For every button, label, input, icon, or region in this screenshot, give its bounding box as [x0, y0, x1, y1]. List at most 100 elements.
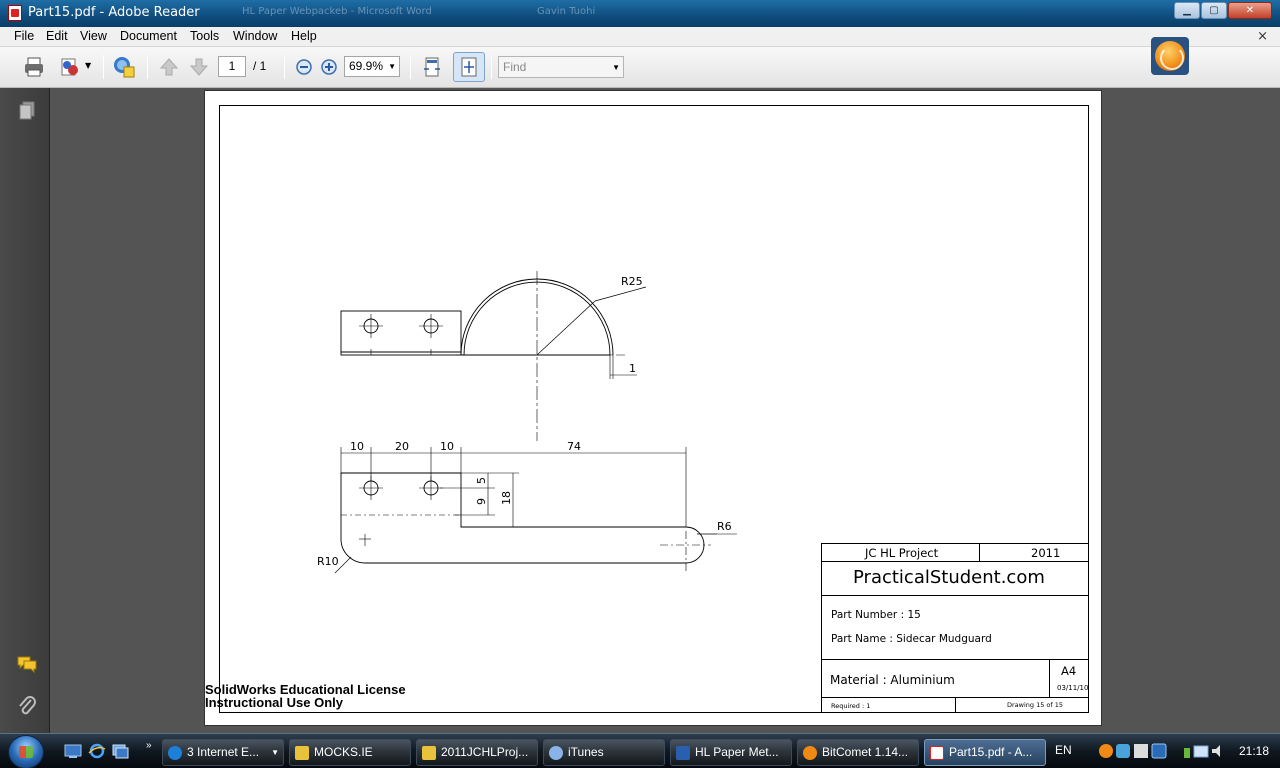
word-icon: [676, 746, 690, 760]
itunes-icon: [549, 746, 563, 760]
dim-74: 74: [567, 440, 581, 453]
document-close-icon[interactable]: ×: [1257, 29, 1268, 44]
menu-tools[interactable]: Tools: [190, 29, 219, 43]
zoom-level-value: 69.9%: [349, 59, 384, 73]
taskbar-button-label: Part15.pdf - A...: [949, 745, 1033, 759]
taskbar: » 3 Internet E... ▼ MOCKS.IE 2011JCHLPro…: [0, 733, 1280, 768]
taskbar-button-internet-explorer[interactable]: 3 Internet E... ▼: [162, 739, 284, 766]
group-dropdown-icon: ▼: [271, 748, 279, 757]
folder-icon: [422, 746, 436, 760]
dim-10-left: 10: [350, 440, 364, 453]
folder-icon: [295, 746, 309, 760]
previous-page-icon[interactable]: [157, 55, 181, 79]
internet-explorer-icon: [168, 746, 182, 760]
document-area[interactable]: R25 1 10 20 10 74 5 9 18 R6 R10 SolidWor…: [50, 88, 1280, 733]
menu-bar: File Edit View Document Tools Window Hel…: [0, 27, 1280, 47]
adobe-logo-icon[interactable]: [1151, 37, 1189, 75]
taskbar-button-label: BitComet 1.14...: [822, 745, 909, 759]
dim-20: 20: [395, 440, 409, 453]
page-number-input[interactable]: 1: [218, 56, 246, 77]
dim-5: 5: [475, 477, 488, 484]
taskbar-button-word[interactable]: HL Paper Met...: [670, 739, 792, 766]
comments-panel-icon[interactable]: [16, 653, 38, 675]
find-input[interactable]: Find ▼: [498, 56, 624, 78]
title-bar: Part15.pdf - Adobe Reader HL Paper Webpa…: [0, 0, 1280, 27]
material: Material : Aluminium: [830, 673, 955, 687]
taskbar-button-jchl-project[interactable]: 2011JCHLProj...: [416, 739, 538, 766]
dim-9: 9: [475, 498, 488, 505]
zoom-level-select[interactable]: 69.9% ▼: [344, 56, 400, 77]
network-icon: [1193, 745, 1209, 758]
minimize-button[interactable]: ▁: [1174, 2, 1200, 19]
zoom-in-icon[interactable]: [317, 55, 341, 79]
zoom-dropdown-icon: ▼: [388, 62, 396, 71]
ghost-title-user: Gavin Tuohi: [537, 6, 596, 17]
dim-r25: R25: [621, 275, 643, 288]
pdf-page: R25 1 10 20 10 74 5 9 18 R6 R10 SolidWor…: [204, 90, 1102, 726]
fit-width-icon[interactable]: [420, 55, 444, 79]
menu-file[interactable]: File: [14, 29, 34, 43]
dim-thickness: 1: [629, 362, 636, 375]
part-number: Part Number : 15: [831, 609, 921, 621]
menu-window[interactable]: Window: [233, 29, 277, 43]
taskbar-button-mocks[interactable]: MOCKS.IE: [289, 739, 411, 766]
attachments-panel-icon[interactable]: [16, 695, 38, 717]
fit-page-icon[interactable]: [453, 52, 485, 82]
battery-icon: [1184, 748, 1190, 758]
maximize-button[interactable]: ▢: [1201, 2, 1227, 19]
page-total: / 1: [253, 59, 267, 73]
print-icon[interactable]: [22, 55, 46, 79]
project-name: JC HL Project: [865, 546, 939, 560]
site-name: PracticalStudent.com: [853, 567, 1045, 588]
navigation-panel: [0, 88, 50, 733]
tray-icons: [1098, 742, 1172, 763]
internet-explorer-quicklaunch-icon[interactable]: [88, 743, 106, 759]
share-icon[interactable]: [58, 55, 82, 79]
bitcomet-tray-icon: [1099, 744, 1113, 758]
part-name: Part Name : Sidecar Mudguard: [831, 633, 992, 645]
collaborate-icon[interactable]: [112, 55, 136, 79]
taskbar-button-bitcomet[interactable]: BitComet 1.14...: [797, 739, 919, 766]
taskbar-button-itunes[interactable]: iTunes: [543, 739, 665, 766]
show-desktop-icon[interactable]: [64, 743, 82, 759]
drawing-number: Drawing 15 of 15: [1007, 701, 1064, 709]
pdf-icon: [930, 746, 944, 760]
update-tray-icon: [1151, 743, 1167, 759]
start-button[interactable]: [8, 735, 44, 768]
drawing-date: 03/11/10: [1057, 684, 1089, 692]
dim-10-right: 10: [440, 440, 454, 453]
switch-windows-icon[interactable]: [111, 743, 129, 759]
clock[interactable]: 21:18: [1239, 744, 1269, 758]
pages-panel-icon[interactable]: [16, 100, 38, 122]
language-indicator[interactable]: EN: [1055, 743, 1072, 757]
dim-r6: R6: [717, 520, 732, 533]
taskbar-button-label: MOCKS.IE: [314, 745, 373, 759]
zoom-out-icon[interactable]: [292, 55, 316, 79]
messenger-tray-icon: [1116, 744, 1130, 758]
flat-pattern-view: [334, 447, 737, 574]
sheet-size: A4: [1061, 664, 1077, 678]
system-tray-icons: [1182, 742, 1232, 763]
share-dropdown-icon[interactable]: ▼: [85, 61, 91, 70]
menu-help[interactable]: Help: [291, 29, 317, 43]
dim-r10: R10: [317, 555, 339, 568]
menu-document[interactable]: Document: [120, 29, 177, 43]
license-line-2: Instructional Use Only: [205, 695, 343, 710]
title-block: JC HL Project 2011 PracticalStudent.com …: [821, 543, 1089, 713]
required-quantity: Required : 1: [831, 702, 871, 710]
bracket-top-view: [340, 310, 462, 356]
window-title: Part15.pdf - Adobe Reader: [28, 5, 200, 20]
find-dropdown-icon: ▼: [612, 63, 620, 72]
adobe-reader-icon: [8, 5, 22, 21]
dim-18: 18: [500, 491, 513, 505]
quicklaunch-expand-icon[interactable]: »: [146, 740, 152, 751]
menu-view[interactable]: View: [80, 29, 107, 43]
taskbar-button-label: HL Paper Met...: [695, 745, 779, 759]
toolbar: ▼ 1 / 1 69.9% ▼ Find ▼: [0, 47, 1280, 88]
menu-edit[interactable]: Edit: [46, 29, 68, 43]
close-button[interactable]: ✕: [1228, 2, 1272, 19]
taskbar-button-label: iTunes: [568, 745, 604, 759]
next-page-icon[interactable]: [187, 55, 211, 79]
security-tray-icon: [1134, 744, 1148, 758]
taskbar-button-adobe-reader[interactable]: Part15.pdf - A...: [924, 739, 1046, 766]
